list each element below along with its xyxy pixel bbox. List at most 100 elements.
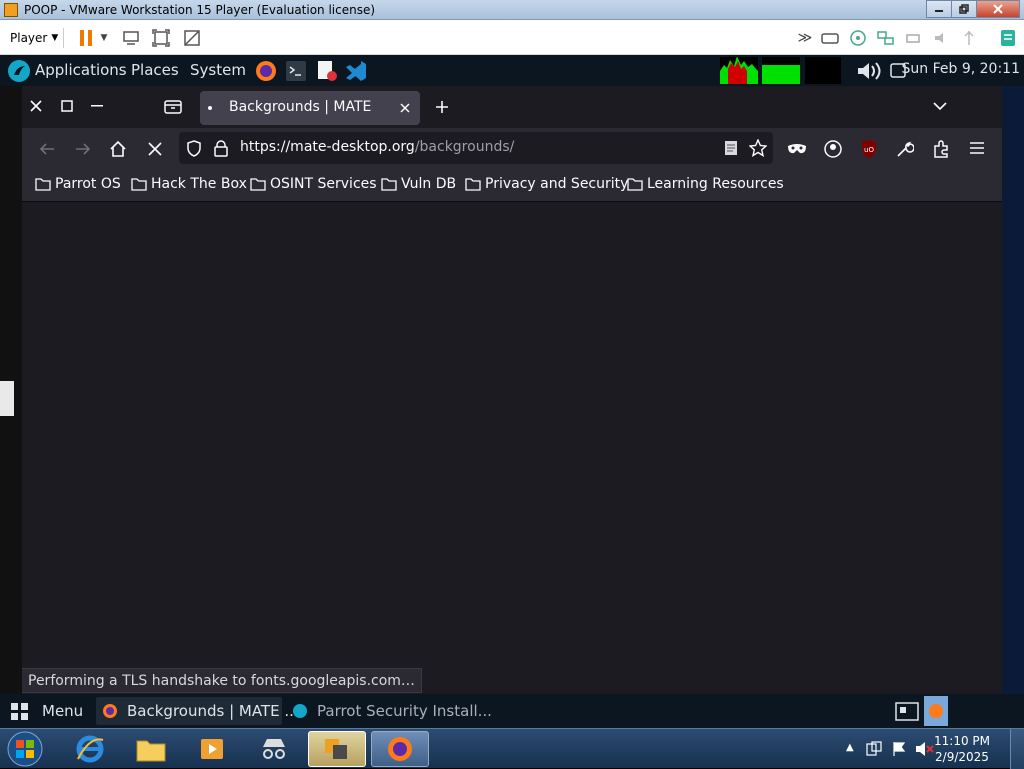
app-menu-button[interactable]: [969, 141, 985, 155]
memory-monitor-graph: [762, 57, 800, 84]
workspace-switcher-icon[interactable]: [895, 700, 919, 722]
status-panel: Performing a TLS handshake to fonts.goog…: [22, 668, 422, 693]
volume-icon[interactable]: [856, 60, 886, 82]
extensions-button[interactable]: [932, 140, 950, 158]
device-network-button[interactable]: [876, 28, 896, 48]
device-sound-button[interactable]: [931, 28, 951, 48]
vmware-icon: [325, 739, 347, 759]
unity-mode-button[interactable]: [151, 28, 171, 48]
forward-button[interactable]: [75, 141, 91, 157]
player-menu-button[interactable]: Player ▼: [4, 27, 64, 49]
bookmark-folder-vuln-db[interactable]: Vuln DB: [381, 176, 456, 192]
page-content-area[interactable]: [22, 202, 1002, 694]
bookmark-folder-parrot-os[interactable]: Parrot OS: [35, 176, 121, 192]
back-button[interactable]: [39, 141, 55, 157]
stop-button[interactable]: [147, 141, 163, 157]
new-tab-button[interactable]: [434, 99, 450, 115]
message-log-button[interactable]: [998, 28, 1018, 48]
network-monitor-graph: [805, 57, 841, 84]
flag-icon[interactable]: [891, 741, 907, 757]
tab-close-button[interactable]: [399, 102, 411, 114]
lock-icon[interactable]: [213, 140, 229, 157]
taskbar-vmware-player[interactable]: [308, 731, 366, 767]
bookmark-star-icon[interactable]: [749, 139, 767, 157]
loading-dot-icon: [208, 106, 212, 110]
show-desktop-button[interactable]: [924, 696, 948, 726]
show-hidden-icons-button[interactable]: ▲: [846, 742, 854, 753]
tracking-protection-shield-icon[interactable]: [186, 140, 202, 157]
system-clock[interactable]: 11:10 PM 2/9/2025: [934, 733, 990, 765]
plus-icon: [436, 101, 448, 113]
reader-view-icon[interactable]: [723, 140, 739, 156]
taskbar-incognito-app[interactable]: [245, 731, 303, 767]
terminal-launcher-icon[interactable]: [285, 60, 307, 82]
start-button[interactable]: [5, 731, 45, 767]
grid-menu-icon[interactable]: [10, 702, 30, 722]
applications-menu[interactable]: Applications: [35, 61, 127, 79]
more-devices-button[interactable]: ≫: [795, 28, 815, 48]
account-button[interactable]: [824, 140, 842, 158]
url-text[interactable]: https://mate-desktop.org/backgrounds/: [240, 139, 514, 155]
pause-button[interactable]: [76, 28, 96, 48]
device-hdd-button[interactable]: [820, 28, 840, 48]
window-close-button[interactable]: [29, 99, 43, 113]
bookmarks-toolbar: Parrot OS Hack The Box OSINT Services Vu…: [22, 170, 1002, 202]
home-button[interactable]: [109, 140, 127, 158]
tab-backgrounds[interactable]: Backgrounds | MATE: [200, 91, 420, 125]
bookmark-folder-osint-services[interactable]: OSINT Services: [250, 176, 377, 192]
fit-window-icon: [152, 29, 170, 47]
taskbar-item-label: Parrot Security Install...: [317, 702, 492, 720]
volume-muted-icon[interactable]: [914, 740, 934, 758]
vmware-titlebar: POOP - VMware Workstation 15 Player (Eva…: [0, 0, 1024, 20]
fullscreen-button[interactable]: [182, 28, 202, 48]
folder-icon: [381, 178, 397, 191]
device-printer-button[interactable]: [903, 28, 923, 48]
menu-button[interactable]: Menu: [42, 702, 83, 720]
private-browsing-button[interactable]: [787, 142, 807, 156]
close-icon: [30, 100, 42, 112]
send-ctrl-alt-del-button[interactable]: [121, 28, 141, 48]
minimize-button[interactable]: [926, 0, 952, 18]
ublock-origin-button[interactable]: uO: [860, 139, 878, 159]
taskbar-internet-explorer[interactable]: [61, 731, 119, 767]
mate-top-panel: Applications Places System Sun Feb 9, 20…: [0, 55, 1024, 86]
internet-explorer-icon: [76, 735, 104, 763]
window-maximize-button[interactable]: [61, 100, 73, 112]
maximize-icon: [61, 100, 73, 112]
list-all-tabs-button[interactable]: [933, 101, 947, 111]
bookmark-folder-privacy-and-security[interactable]: Privacy and Security: [465, 176, 628, 192]
taskbar-media-player[interactable]: [183, 731, 241, 767]
restore-button[interactable]: [951, 0, 977, 18]
close-icon: [400, 103, 410, 113]
panel-clock[interactable]: Sun Feb 9, 20:11: [902, 61, 1020, 77]
close-button[interactable]: [976, 0, 1020, 18]
bookmark-folder-learning-resources[interactable]: Learning Resources: [627, 176, 784, 192]
vscode-launcher-icon[interactable]: [344, 59, 368, 83]
firefox-view-button[interactable]: [164, 98, 182, 114]
system-menu[interactable]: System: [190, 61, 246, 79]
taskbar-firefox[interactable]: [371, 731, 429, 767]
bookmark-folder-hack-the-box[interactable]: Hack The Box: [131, 176, 247, 192]
taskbar-explorer[interactable]: [122, 731, 180, 767]
places-menu[interactable]: Places: [131, 61, 179, 79]
bookmark-label: Vuln DB: [401, 176, 457, 192]
show-desktop-strip[interactable]: [1010, 729, 1024, 769]
monitor-send-icon: [123, 31, 139, 45]
action-center-icon[interactable]: [866, 741, 882, 757]
svg-text:uO: uO: [864, 146, 874, 154]
mate-bottom-panel: Menu Backgrounds | MATE ... Parrot Secur…: [0, 694, 1024, 728]
url-host: https://mate-desktop.org: [240, 139, 415, 155]
device-cd-button[interactable]: [848, 28, 868, 48]
window-minimize-button[interactable]: [91, 105, 103, 108]
taskbar-item-installer[interactable]: Parrot Security Install...: [286, 697, 492, 725]
text-editor-launcher-icon[interactable]: [316, 60, 338, 82]
firefox-launcher-icon[interactable]: [254, 59, 278, 83]
folder-icon: [250, 178, 266, 191]
url-bar[interactable]: https://mate-desktop.org/backgrounds/: [179, 132, 773, 164]
developer-tools-button[interactable]: [896, 140, 914, 158]
device-usb-button[interactable]: [959, 28, 979, 48]
pause-dropdown-button[interactable]: ▼: [98, 28, 110, 48]
firefox-icon: [103, 704, 117, 718]
tab-bar: Backgrounds | MATE: [22, 86, 1002, 128]
taskbar-item-firefox[interactable]: Backgrounds | MATE ...: [96, 697, 299, 725]
